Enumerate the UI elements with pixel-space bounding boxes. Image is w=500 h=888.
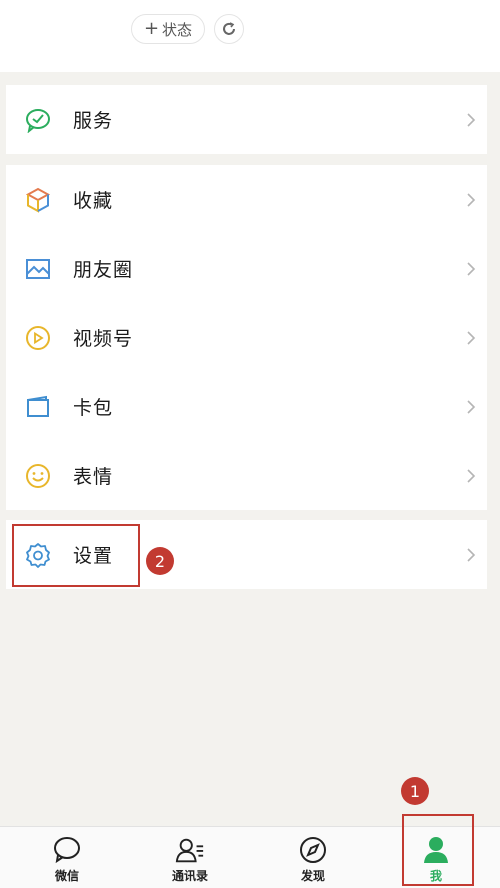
add-status-button[interactable]: + 状态 [131,14,205,44]
tab-label: 微信 [54,869,79,883]
chevron-right-icon [467,112,476,127]
chat-bubble-icon [52,835,82,865]
menu-item-label: 视频号 [73,328,134,350]
menu-item-card-wallet[interactable]: 卡包 [6,372,487,441]
tab-discover[interactable]: 发现 [273,827,353,888]
menu-item-label: 表情 [73,466,114,488]
menu-item-stickers[interactable]: 表情 [6,441,487,510]
channels-play-icon [24,324,52,352]
chevron-right-icon [467,261,476,276]
plus-icon: + [143,18,160,39]
moments-picture-icon [24,255,52,283]
step-badge-1: 1 [401,777,429,805]
menu-item-label: 服务 [73,110,114,132]
menu-item-service[interactable]: 服务 [6,85,487,154]
chevron-right-icon [467,468,476,483]
favorites-cube-icon [24,186,52,214]
me-tab-highlight-box [402,814,474,886]
tab-contacts[interactable]: 通讯录 [150,827,230,888]
refresh-status-button[interactable] [214,14,244,44]
chevron-right-icon [467,330,476,345]
service-group: 服务 [6,85,487,154]
me-page: + 状态 服务 收藏 朋友圈 视频号 卡包 表情 设置 2 微信 通讯录 发现 … [0,0,500,888]
menu-item-label: 收藏 [73,190,114,212]
settings-highlight-box [12,524,140,587]
sticker-smile-icon [24,462,52,490]
menu-item-label: 朋友圈 [73,259,134,281]
compass-icon [298,835,328,865]
menu-item-moments[interactable]: 朋友圈 [6,234,487,303]
card-wallet-icon [24,393,52,421]
menu-item-label: 卡包 [73,397,114,419]
refresh-icon [223,22,235,35]
profile-header: + 状态 [0,0,500,72]
chevron-right-icon [467,192,476,207]
menu-item-channels[interactable]: 视频号 [6,303,487,372]
menu-item-favorites[interactable]: 收藏 [6,165,487,234]
contacts-icon [175,835,205,865]
tab-label: 发现 [300,869,325,883]
chevron-right-icon [467,547,476,562]
tab-chats[interactable]: 微信 [27,827,107,888]
service-icon [24,106,52,134]
features-group: 收藏 朋友圈 视频号 卡包 表情 [6,165,487,510]
step-badge-2: 2 [146,547,174,575]
chevron-right-icon [467,399,476,414]
status-label: 状态 [162,20,193,39]
tab-label: 通讯录 [171,869,208,883]
